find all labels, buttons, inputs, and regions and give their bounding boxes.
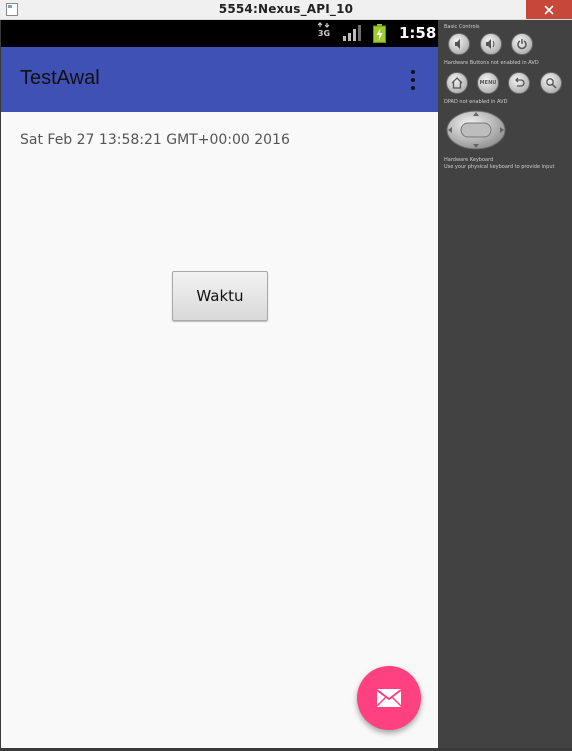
phone-screen: 3G 1:58 TestAwal Sat Feb 27 13:58:21 GMT… [1,20,438,748]
back-icon [515,77,525,87]
status-time: 1:58 [399,24,437,42]
battery-charging-icon [373,24,386,43]
keyboard-label: Hardware Keyboard [444,157,494,163]
back-button[interactable] [508,72,530,94]
mail-fab-button[interactable] [357,666,421,730]
waktu-button[interactable]: Waktu [172,271,268,321]
more-vert-icon-dot [411,78,415,82]
emulator-control-panel: Basic Controls Hardware Buttons not enab… [438,20,572,748]
app-title: TestAwal [20,67,100,89]
overflow-menu-button[interactable] [406,69,420,91]
hardware-buttons-label: Hardware Buttons not enabled in AVD [444,60,539,66]
home-button[interactable] [446,72,468,94]
search-icon [546,78,557,89]
menu-label: MENU [479,80,497,86]
datetime-text: Sat Feb 27 13:58:21 GMT+00:00 2016 [20,132,290,148]
more-vert-icon-dot [411,86,415,90]
basic-controls-label: Basic Controls [444,24,480,30]
window-title-bar: 5554:Nexus_API_10 [0,0,572,20]
volume-down-button[interactable] [448,33,470,55]
network-3g-icon: 3G [317,22,331,44]
home-icon [451,77,463,89]
power-button[interactable] [511,33,533,55]
mail-icon [376,689,402,707]
volume-up-icon [486,39,495,49]
volume-up-button[interactable] [480,33,502,55]
close-icon [544,4,554,15]
menu-button[interactable]: MENU [477,72,499,94]
dpad-control[interactable] [446,110,506,150]
search-button[interactable] [540,72,562,94]
power-icon [517,39,527,50]
more-vert-icon [411,70,415,74]
signal-strength-icon [343,25,361,41]
window-title: 5554:Nexus_API_10 [218,2,354,16]
volume-down-icon [455,39,460,49]
keyboard-note: Use your physical keyboard to provide in… [444,164,555,170]
action-bar: TestAwal [1,47,438,112]
dpad-label: DPAD not enabled in AVD [444,99,508,105]
window-close-button[interactable] [526,0,572,19]
network-type: 3G [317,29,331,38]
status-bar: 3G 1:58 [1,20,438,47]
